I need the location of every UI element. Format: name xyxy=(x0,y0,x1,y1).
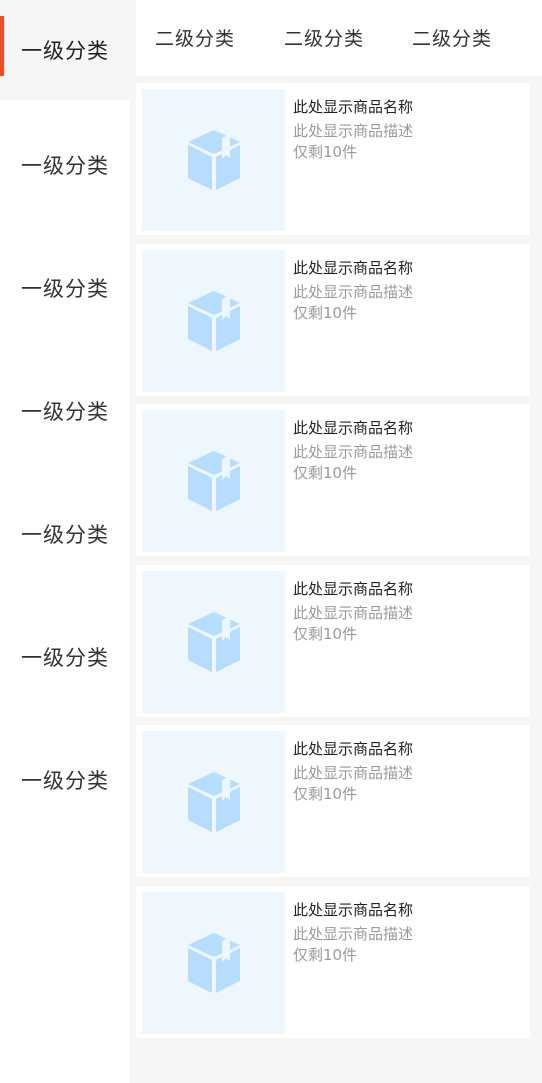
product-name: 此处显示商品名称 xyxy=(293,259,414,277)
product-card[interactable]: 此处显示商品名称 此处显示商品描述 仅剩10件 xyxy=(136,83,530,235)
primary-category-item[interactable]: 一级分类 xyxy=(0,238,130,338)
product-card[interactable]: 此处显示商品名称 此处显示商品描述 仅剩10件 xyxy=(136,244,530,396)
product-description: 此处显示商品描述 xyxy=(293,604,414,622)
primary-category-item[interactable]: 一级分类 xyxy=(0,484,130,584)
product-card[interactable]: 此处显示商品名称 此处显示商品描述 仅剩10件 xyxy=(136,886,530,1038)
product-card[interactable]: 此处显示商品名称 此处显示商品描述 仅剩10件 xyxy=(136,404,530,556)
primary-category-item[interactable]: 一级分类 xyxy=(0,115,130,215)
product-thumbnail xyxy=(142,731,285,873)
product-thumbnail xyxy=(142,89,285,231)
product-stock: 仅剩10件 xyxy=(293,304,358,322)
product-thumbnail xyxy=(142,250,285,392)
package-box-icon xyxy=(187,772,240,832)
product-stock: 仅剩10件 xyxy=(293,785,358,803)
product-thumbnail xyxy=(142,892,285,1034)
product-name: 此处显示商品名称 xyxy=(293,740,414,758)
product-card[interactable]: 此处显示商品名称 此处显示商品描述 仅剩10件 xyxy=(136,725,530,877)
primary-category-label: 一级分类 xyxy=(21,39,109,63)
product-thumbnail xyxy=(142,571,285,713)
primary-category-label: 一级分类 xyxy=(21,400,109,424)
product-name: 此处显示商品名称 xyxy=(293,98,414,116)
package-box-icon xyxy=(187,612,240,672)
product-stock: 仅剩10件 xyxy=(293,464,358,482)
product-description: 此处显示商品描述 xyxy=(293,283,414,301)
primary-category-item[interactable]: 一级分类 xyxy=(0,607,130,707)
package-box-icon xyxy=(187,291,240,351)
product-card[interactable]: 此处显示商品名称 此处显示商品描述 仅剩10件 xyxy=(136,565,530,717)
primary-category-item[interactable]: 一级分类 xyxy=(0,361,130,461)
primary-category-item[interactable]: 一级分类 xyxy=(0,0,130,100)
secondary-category-tab[interactable]: 二级分类 xyxy=(155,24,235,51)
product-description: 此处显示商品描述 xyxy=(293,925,414,943)
package-box-icon xyxy=(187,130,240,190)
primary-category-label: 一级分类 xyxy=(21,646,109,670)
product-thumbnail xyxy=(142,410,285,552)
package-box-icon xyxy=(187,451,240,511)
primary-category-sidebar: 一级分类 一级分类 一级分类 一级分类 一级分类 一级分类 一级分类 xyxy=(0,0,130,1083)
secondary-category-tabs: 二级分类 二级分类 二级分类 xyxy=(136,0,542,76)
package-box-icon xyxy=(187,933,240,993)
primary-category-label: 一级分类 xyxy=(21,769,109,793)
product-description: 此处显示商品描述 xyxy=(293,764,414,782)
product-stock: 仅剩10件 xyxy=(293,946,358,964)
product-name: 此处显示商品名称 xyxy=(293,580,414,598)
secondary-category-tab[interactable]: 二级分类 xyxy=(412,24,492,51)
primary-category-label: 一级分类 xyxy=(21,523,109,547)
primary-category-item[interactable]: 一级分类 xyxy=(0,730,130,830)
product-name: 此处显示商品名称 xyxy=(293,901,414,919)
product-description: 此处显示商品描述 xyxy=(293,443,414,461)
product-stock: 仅剩10件 xyxy=(293,625,358,643)
active-indicator xyxy=(0,16,4,76)
product-description: 此处显示商品描述 xyxy=(293,122,414,140)
product-stock: 仅剩10件 xyxy=(293,143,358,161)
product-name: 此处显示商品名称 xyxy=(293,419,414,437)
primary-category-label: 一级分类 xyxy=(21,154,109,178)
primary-category-label: 一级分类 xyxy=(21,277,109,301)
secondary-category-tab[interactable]: 二级分类 xyxy=(284,24,364,51)
